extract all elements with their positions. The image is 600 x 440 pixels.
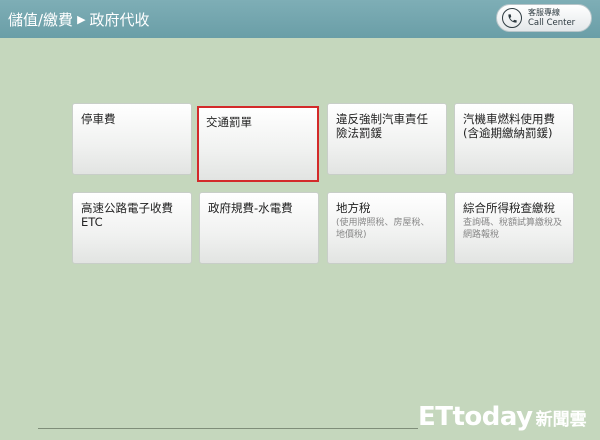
tile-title: 綜合所得稅查繳稅 xyxy=(463,201,555,215)
watermark-suffix: 新聞雲 xyxy=(535,409,587,430)
tile-subtitle: 查詢碼、稅額試算繳稅及網路報稅 xyxy=(463,218,563,240)
call-center-label-cn: 客服專線 xyxy=(528,8,560,17)
tile-local-tax[interactable]: 地方稅 (使用牌照稅、房屋稅、地價稅) xyxy=(327,192,447,264)
tile-traffic-ticket[interactable]: 交通罰單 xyxy=(197,106,319,182)
breadcrumb-current-page: 政府代收 xyxy=(89,10,150,29)
breadcrumb: 儲值/繳費 ▶ 政府代收 xyxy=(8,8,150,30)
tile-freeway-etc[interactable]: 高速公路電子收費ETC xyxy=(72,192,192,264)
top-bar: 儲值/繳費 ▶ 政府代收 客服專線 Call Center xyxy=(0,0,600,38)
tile-parking-fee[interactable]: 停車費 xyxy=(72,103,192,175)
tile-title: 政府規費-水電費 xyxy=(208,201,293,215)
tile-vehicle-fuel-fee[interactable]: 汽機車燃料使用費(含逾期繳納罰鍰) xyxy=(454,103,574,175)
tile-title: 汽機車燃料使用費(含逾期繳納罰鍰) xyxy=(463,112,555,140)
triangle-right-icon: ▶ xyxy=(77,12,86,26)
watermark-brand: ETtoday xyxy=(418,402,533,432)
bottom-divider xyxy=(38,428,418,429)
tile-title: 停車費 xyxy=(81,112,116,126)
tile-title: 違反強制汽車責任險法罰鍰 xyxy=(336,112,428,140)
call-center-label: 客服專線 Call Center xyxy=(528,8,575,28)
breadcrumb-section[interactable]: 儲值/繳費 xyxy=(8,9,73,30)
call-center-label-en: Call Center xyxy=(528,18,576,28)
tile-title: 交通罰單 xyxy=(206,115,252,129)
tile-income-tax[interactable]: 綜合所得稅查繳稅 查詢碼、稅額試算繳稅及網路報稅 xyxy=(454,192,574,264)
call-center-button[interactable]: 客服專線 Call Center xyxy=(496,4,592,32)
tile-government-fees-utilities[interactable]: 政府規費-水電費 xyxy=(199,192,319,264)
tile-title: 地方稅 xyxy=(336,201,371,215)
phone-icon xyxy=(502,8,522,28)
ettoday-watermark: ETtoday 新聞雲 xyxy=(418,400,587,434)
tile-subtitle: (使用牌照稅、房屋稅、地價稅) xyxy=(336,218,430,240)
tile-compulsory-insurance-fine[interactable]: 違反強制汽車責任險法罰鍰 xyxy=(327,103,447,175)
tile-title: 高速公路電子收費ETC xyxy=(81,201,173,229)
